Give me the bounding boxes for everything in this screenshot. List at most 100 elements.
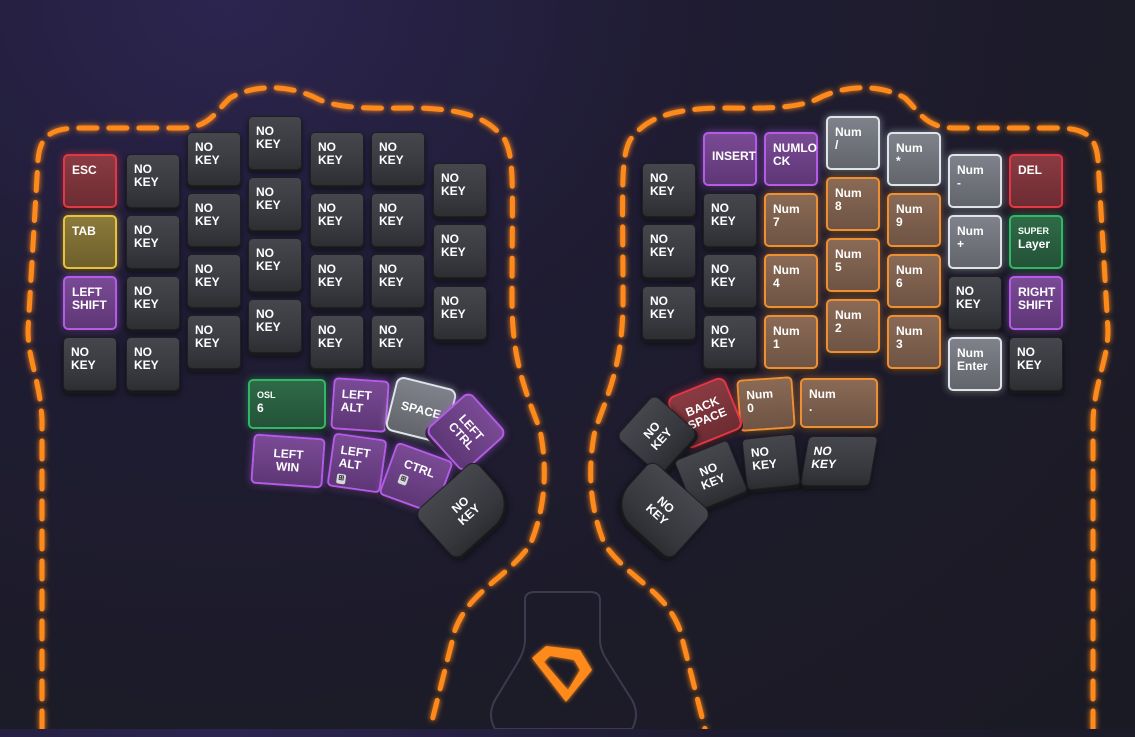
no-key[interactable]: NO KEY (433, 163, 487, 217)
del-label: DEL (1018, 163, 1042, 177)
no-key[interactable]: NO KEY (703, 254, 757, 308)
no-key-label: NO KEY (441, 294, 466, 321)
no-key[interactable]: NO KEY (1009, 337, 1063, 391)
num-3-label: Num 3 (896, 324, 923, 351)
esc-label: ESC (72, 163, 97, 177)
no-key-label: NO KEY (643, 493, 678, 528)
no-key-label: NO KEY (134, 345, 159, 372)
no-key-label: NO KEY (1017, 345, 1042, 372)
no-key-label: NO KEY (448, 493, 483, 528)
os-badge-icon: ⊞ (335, 473, 347, 485)
esc-key[interactable]: ESC (63, 154, 117, 208)
osl-6-key[interactable]: OSL 6 (248, 379, 326, 429)
no-key[interactable]: NO KEY (433, 286, 487, 340)
left-shift-key[interactable]: LEFT SHIFT (63, 276, 117, 330)
left-win-label: LEFT WIN (273, 445, 304, 475)
no-key[interactable]: NO KEY (126, 337, 180, 391)
no-key[interactable]: NO KEY (187, 315, 241, 369)
no-key[interactable]: NO KEY (371, 132, 425, 186)
no-key-label: NO KEY (318, 140, 343, 167)
num-6-key[interactable]: Num 6 (887, 254, 941, 308)
logo (488, 592, 636, 732)
no-key[interactable]: NO KEY (371, 193, 425, 247)
no-key-label: NO KEY (810, 444, 838, 471)
left-ctrl-label: LEFT CTRL (445, 411, 487, 453)
no-key[interactable]: NO KEY (371, 254, 425, 308)
no-key-label: NO KEY (195, 323, 220, 350)
left-win-key[interactable]: LEFT WIN (250, 433, 326, 489)
num-9-label: Num 9 (896, 202, 923, 229)
insert-key[interactable]: INSERT (703, 132, 757, 186)
num-7-key[interactable]: Num 7 (764, 193, 818, 247)
no-key-label: NO KEY (195, 201, 220, 228)
no-key[interactable]: NO KEY (799, 436, 879, 486)
num-4-key[interactable]: Num 4 (764, 254, 818, 308)
num-0-key[interactable]: Num 0 (736, 376, 796, 432)
no-key-label: NO KEY (650, 232, 675, 259)
no-key[interactable]: NO KEY (310, 315, 364, 369)
no-key[interactable]: NO KEY (126, 215, 180, 269)
num-5-key[interactable]: Num 5 (826, 238, 880, 292)
no-key[interactable]: NO KEY (126, 276, 180, 330)
num-slash-key[interactable]: Num / (826, 116, 880, 170)
num-minus-key[interactable]: Num - (948, 154, 1002, 208)
numlock-key[interactable]: NUMLO CK (764, 132, 818, 186)
no-key[interactable]: NO KEY (187, 254, 241, 308)
num-9-key[interactable]: Num 9 (887, 193, 941, 247)
no-key[interactable]: NO KEY (187, 132, 241, 186)
no-key-label: NO KEY (379, 201, 404, 228)
no-key[interactable]: NO KEY (310, 132, 364, 186)
left-alt-key[interactable]: LEFT ALT ⊞ (326, 432, 388, 494)
no-key[interactable]: NO KEY (310, 193, 364, 247)
num-slash-label: Num / (835, 125, 862, 152)
num-star-key[interactable]: Num * (887, 132, 941, 186)
num-dot-key[interactable]: Num . (800, 378, 878, 428)
no-key[interactable]: NO KEY (642, 163, 696, 217)
no-key-label: NO KEY (441, 232, 466, 259)
no-key[interactable]: NO KEY (310, 254, 364, 308)
del-key[interactable]: DEL (1009, 154, 1063, 208)
num-8-key[interactable]: Num 8 (826, 177, 880, 231)
no-key[interactable]: NO KEY (248, 238, 302, 292)
no-key-label: NO KEY (256, 185, 281, 212)
num-enter-label: Num Enter (957, 346, 988, 373)
no-key[interactable]: NO KEY (703, 315, 757, 369)
right-shift-key[interactable]: RIGHT SHIFT (1009, 276, 1063, 330)
numlock-label: NUMLO CK (773, 141, 817, 168)
no-key[interactable]: NO KEY (248, 116, 302, 170)
tab-label: TAB (72, 224, 96, 238)
no-key-label: NO KEY (379, 262, 404, 289)
no-key[interactable]: NO KEY (642, 286, 696, 340)
no-key[interactable]: NO KEY (248, 177, 302, 231)
no-key-label: NO KEY (318, 323, 343, 350)
left-alt-top-key[interactable]: LEFT ALT (330, 377, 390, 433)
no-key[interactable]: NO KEY (63, 337, 117, 391)
no-key-label: NO KEY (195, 262, 220, 289)
right-shift-label: RIGHT SHIFT (1018, 285, 1056, 312)
no-key-label: NO KEY (71, 345, 96, 372)
no-key[interactable]: NO KEY (433, 224, 487, 278)
left-shift-label: LEFT SHIFT (72, 285, 107, 312)
no-key-label: NO KEY (750, 444, 778, 473)
num-plus-key[interactable]: Num + (948, 215, 1002, 269)
num-1-key[interactable]: Num 1 (764, 315, 818, 369)
no-key[interactable]: NO KEY (126, 154, 180, 208)
num-3-key[interactable]: Num 3 (887, 315, 941, 369)
num-4-label: Num 4 (773, 263, 800, 290)
no-key-label: NO KEY (697, 459, 728, 493)
no-key[interactable]: NO KEY (371, 315, 425, 369)
no-key[interactable]: NO KEY (642, 224, 696, 278)
num-enter-key[interactable]: Num Enter (948, 337, 1002, 391)
num-7-label: Num 7 (773, 202, 800, 229)
num-2-key[interactable]: Num 2 (826, 299, 880, 353)
tab-key[interactable]: TAB (63, 215, 117, 269)
no-key-label: NO KEY (256, 246, 281, 273)
no-key[interactable]: NO KEY (248, 299, 302, 353)
no-key-label: NO KEY (318, 201, 343, 228)
num-star-label: Num * (896, 141, 923, 168)
super-layer-key[interactable]: SUPER Layer (1009, 215, 1063, 269)
no-key[interactable]: NO KEY (187, 193, 241, 247)
no-key[interactable]: NO KEY (741, 433, 801, 491)
no-key[interactable]: NO KEY (703, 193, 757, 247)
no-key[interactable]: NO KEY (948, 276, 1002, 330)
